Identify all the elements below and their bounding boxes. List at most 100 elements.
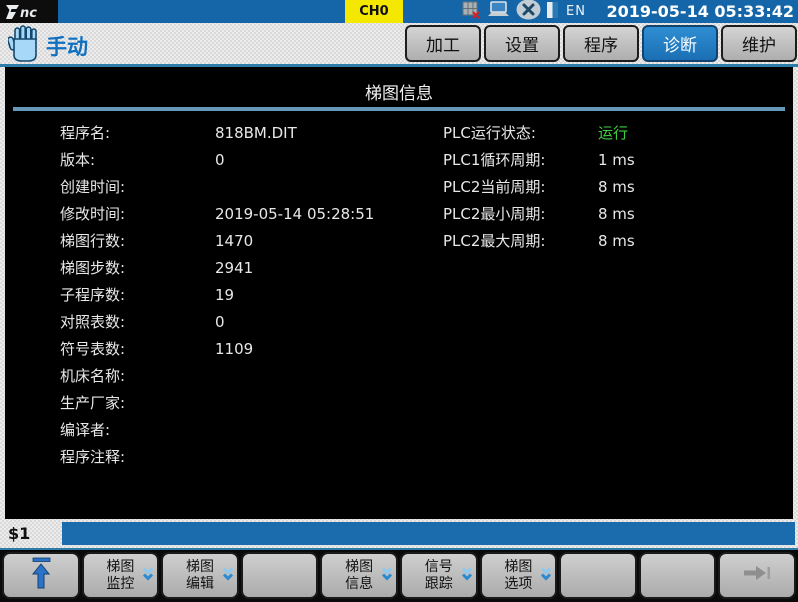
info-row-manufacturer: 生产厂家: <box>60 389 430 416</box>
info-row-compiler: 编译者: <box>60 416 430 443</box>
laptop-icon <box>487 1 510 22</box>
field-value: 1109 <box>215 340 430 358</box>
softkey-label: 监控 <box>106 576 134 593</box>
field-label: PLC运行状态: <box>443 122 598 143</box>
softkey-next-page[interactable] <box>718 552 796 599</box>
softkey-label: 编辑 <box>186 576 214 593</box>
ladder-info-left-column: 程序名: 818BM.DIT 版本: 0 创建时间: 修改时间: 2019-05… <box>60 119 430 470</box>
field-label: 版本: <box>60 149 215 170</box>
tab-program[interactable]: 程序 <box>563 25 639 62</box>
plc-status-value: 运行 <box>598 122 783 143</box>
chevron-down-icon <box>381 566 393 585</box>
field-value: 19 <box>215 286 430 304</box>
svg-text:nc: nc <box>20 6 37 21</box>
chevron-down-icon <box>540 566 552 585</box>
plc-status-column: PLC运行状态: 运行 PLC1循环周期: 1 ms PLC2当前周期: 8 m… <box>443 119 783 254</box>
info-row-created-time: 创建时间: <box>60 173 430 200</box>
field-label: 程序名: <box>60 122 215 143</box>
chevron-down-icon <box>222 566 234 585</box>
command-bar: $1 <box>0 519 798 548</box>
field-label: PLC2当前周期: <box>443 176 598 197</box>
field-label: 生产厂家: <box>60 392 215 413</box>
field-value: 0 <box>215 151 430 169</box>
info-row-plc2-current-cycle: PLC2当前周期: 8 ms <box>443 173 783 200</box>
softkey-signal-trace[interactable]: 信号 跟踪 <box>400 552 478 599</box>
next-page-icon <box>741 563 773 588</box>
tab-maintenance[interactable]: 维护 <box>721 25 797 62</box>
command-input[interactable] <box>62 522 795 545</box>
field-label: 符号表数: <box>60 338 215 359</box>
softkey-empty-2[interactable] <box>559 552 637 599</box>
field-value: 1470 <box>215 232 430 250</box>
info-row-modified-time: 修改时间: 2019-05-14 05:28:51 <box>60 200 430 227</box>
datetime-display: 2019-05-14 05:33:42 <box>606 0 794 23</box>
field-label: 创建时间: <box>60 176 215 197</box>
field-label: 机床名称: <box>60 365 215 386</box>
softkey-label: 梯图 <box>345 559 373 576</box>
field-label: PLC1循环周期: <box>443 149 598 170</box>
tab-machining[interactable]: 加工 <box>405 25 481 62</box>
tab-settings[interactable]: 设置 <box>484 25 560 62</box>
field-label: PLC2最小周期: <box>443 203 598 224</box>
field-label: 编译者: <box>60 419 215 440</box>
field-value: 818BM.DIT <box>215 124 430 142</box>
softkey-return[interactable] <box>2 552 80 599</box>
return-up-icon <box>28 556 54 595</box>
page-title: 梯图信息 <box>5 79 793 104</box>
info-row-symbol-tables: 符号表数: 1109 <box>60 335 430 362</box>
softkey-label: 选项 <box>504 576 532 593</box>
info-row-ladder-rows: 梯图行数: 1470 <box>60 227 430 254</box>
ladder-info-panel: 梯图信息 程序名: 818BM.DIT 版本: 0 创建时间: 修改时间: 20… <box>5 67 793 519</box>
mode-bar: 手动 加工 设置 程序 诊断 维护 <box>0 23 798 64</box>
field-label: 梯图行数: <box>60 230 215 251</box>
softkey-ladder-edit[interactable]: 梯图 编辑 <box>161 552 239 599</box>
info-row-program-comment: 程序注释: <box>60 443 430 470</box>
softkey-label: 梯图 <box>106 559 134 576</box>
softkey-ladder-info[interactable]: 梯图 信息 <box>320 552 398 599</box>
field-label: 程序注释: <box>60 446 215 467</box>
ime-icon <box>547 2 558 22</box>
info-row-plc2-min-cycle: PLC2最小周期: 8 ms <box>443 200 783 227</box>
field-label: 对照表数: <box>60 311 215 332</box>
field-value: 0 <box>215 313 430 331</box>
info-row-plc1-cycle: PLC1循环周期: 1 ms <box>443 146 783 173</box>
manual-mode-hand-icon <box>8 25 42 67</box>
info-row-plc2-max-cycle: PLC2最大周期: 8 ms <box>443 227 783 254</box>
field-label: PLC2最大周期: <box>443 230 598 251</box>
softkey-label: 梯图 <box>504 559 532 576</box>
info-row-lookup-tables: 对照表数: 0 <box>60 308 430 335</box>
field-label: 梯图步数: <box>60 257 215 278</box>
field-label: 子程序数: <box>60 284 215 305</box>
softkey-empty-1[interactable] <box>241 552 319 599</box>
info-row-ladder-steps: 梯图步数: 2941 <box>60 254 430 281</box>
mode-label: 手动 <box>46 31 88 61</box>
device-offline-icon <box>462 1 481 23</box>
softkey-label: 信息 <box>345 576 373 593</box>
tab-diagnosis[interactable]: 诊断 <box>642 25 718 62</box>
title-underline <box>13 107 785 111</box>
softkey-bar: 梯图 监控 梯图 编辑 梯图 信息 <box>0 548 798 602</box>
topbar-icons: EN <box>462 0 586 23</box>
field-value: 2941 <box>215 259 430 277</box>
info-row-program-name: 程序名: 818BM.DIT <box>60 119 430 146</box>
softkey-label: 信号 <box>425 559 453 576</box>
info-row-version: 版本: 0 <box>60 146 430 173</box>
softkey-ladder-options[interactable]: 梯图 选项 <box>480 552 558 599</box>
chevron-down-icon <box>461 566 473 585</box>
field-value: 1 ms <box>598 151 783 169</box>
info-row-plc-run-status: PLC运行状态: 运行 <box>443 119 783 146</box>
softkey-ladder-monitor[interactable]: 梯图 监控 <box>82 552 160 599</box>
chevron-down-icon <box>142 566 154 585</box>
language-indicator[interactable]: EN <box>566 4 586 19</box>
hnc-logo: nc <box>0 0 58 23</box>
softkey-empty-3[interactable] <box>639 552 717 599</box>
field-value: 8 ms <box>598 232 783 250</box>
channel-badge: CH0 <box>345 0 403 23</box>
disconnect-icon[interactable] <box>516 0 541 24</box>
field-value: 2019-05-14 05:28:51 <box>215 205 430 223</box>
cnc-screen: nc CH0 <box>0 0 798 602</box>
channel-prompt: $1 <box>8 524 30 543</box>
main-tabs: 加工 设置 程序 诊断 维护 <box>405 25 797 62</box>
info-row-subprograms: 子程序数: 19 <box>60 281 430 308</box>
info-row-machine-name: 机床名称: <box>60 362 430 389</box>
